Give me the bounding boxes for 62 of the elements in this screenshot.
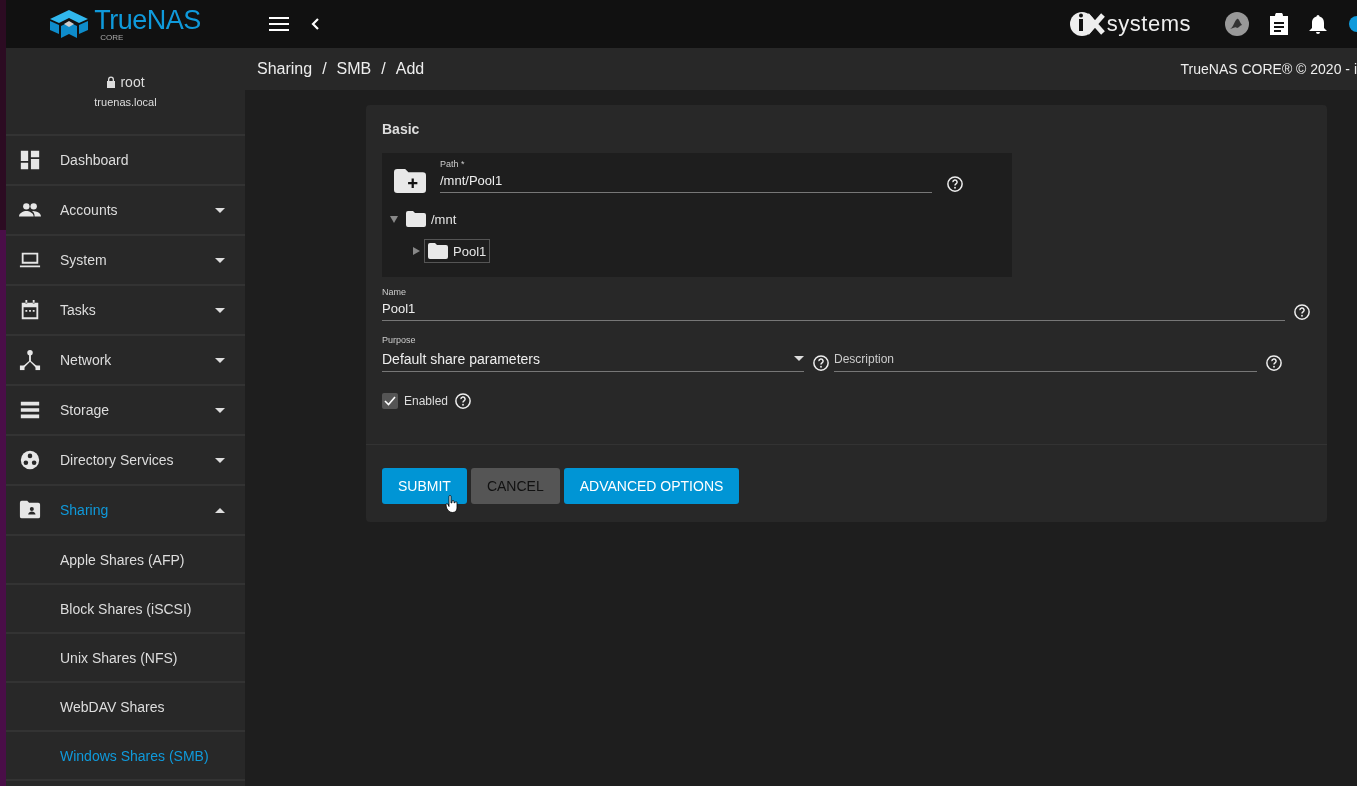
tree-node[interactable]: /mnt — [402, 207, 461, 231]
help-icon[interactable] — [454, 392, 473, 410]
sidebar-subitem[interactable]: Windows Shares (SMB) — [6, 732, 245, 781]
logo-text: TrueNAS — [94, 6, 201, 34]
help-icon[interactable] — [1293, 303, 1311, 321]
bell-icon[interactable] — [1309, 13, 1327, 35]
vendor-logo-text: systems — [1106, 11, 1191, 37]
pointer-icon — [445, 495, 459, 513]
sidebar-item[interactable]: Accounts — [6, 186, 245, 236]
sidebar-subitem[interactable]: Apple Shares (AFP) — [6, 536, 245, 585]
user-name: root — [120, 74, 145, 90]
back-icon[interactable] — [311, 18, 319, 30]
folder-icon — [428, 243, 448, 259]
folder-person-icon — [19, 499, 41, 521]
caret-down-icon[interactable] — [390, 215, 398, 223]
swirl-icon[interactable] — [1225, 12, 1249, 36]
sidebar-subitem[interactable]: Block Shares (iSCSI) — [6, 585, 245, 634]
folder-plus-icon[interactable] — [394, 169, 426, 193]
logo-subtitle: CORE — [100, 33, 124, 42]
storage-icon — [19, 399, 41, 421]
purpose-select[interactable]: Default share parameters — [382, 349, 804, 372]
name-field[interactable]: Pool1 — [382, 301, 1285, 321]
sidebar-subitem[interactable]: Unix Shares (NFS) — [6, 634, 245, 683]
logo-icon — [50, 10, 89, 38]
field-label: Name — [382, 287, 407, 297]
breadcrumb-item[interactable]: Sharing — [257, 60, 313, 78]
help-icon[interactable] — [812, 354, 830, 372]
circles-icon — [19, 449, 41, 471]
breadcrumb-separator: / — [322, 60, 327, 78]
sidebar-subitem[interactable]: WebDAV Shares — [6, 683, 245, 732]
folder-icon — [406, 211, 426, 227]
caret-down-icon — [794, 356, 804, 361]
field-label: Path * — [440, 159, 466, 169]
breadcrumb-item: Add — [395, 60, 425, 78]
breadcrumb-separator: / — [381, 60, 386, 78]
section-title: Basic — [382, 121, 421, 137]
host-name: truenas.local — [94, 96, 157, 108]
sidebar-item[interactable]: Dashboard — [6, 136, 245, 186]
copyright-text: TrueNAS CORE® © 2020 - i — [1180, 61, 1357, 77]
sidebar-item[interactable]: System — [6, 236, 245, 286]
breadcrumb-item[interactable]: SMB — [336, 60, 372, 78]
help-icon[interactable] — [946, 175, 964, 193]
menu-icon[interactable] — [269, 17, 289, 31]
dashboard-icon — [19, 149, 41, 171]
checkbox[interactable] — [382, 393, 398, 409]
clipboard-icon[interactable] — [1269, 13, 1289, 35]
description-field[interactable]: Description — [834, 352, 1257, 372]
lock-icon — [106, 76, 117, 88]
vendor-logo-icon — [1068, 11, 1105, 37]
network-icon — [19, 349, 41, 371]
path-field[interactable]: /mnt/Pool1 — [440, 173, 932, 193]
sidebar-item[interactable]: Storage — [6, 386, 245, 436]
help-icon[interactable] — [1265, 354, 1283, 372]
field-label: Purpose — [382, 335, 417, 345]
caret-right-icon[interactable] — [412, 247, 420, 255]
checkbox-label: Enabled — [404, 394, 449, 408]
calendar-icon — [19, 299, 41, 321]
sidebar-item[interactable]: Directory Services — [6, 436, 245, 486]
tree-node[interactable]: Pool1 — [424, 239, 491, 263]
sidebar-item[interactable]: Tasks — [6, 286, 245, 336]
sidebar-item[interactable]: Network — [6, 336, 245, 386]
sidebar-item[interactable]: Sharing — [6, 486, 245, 536]
